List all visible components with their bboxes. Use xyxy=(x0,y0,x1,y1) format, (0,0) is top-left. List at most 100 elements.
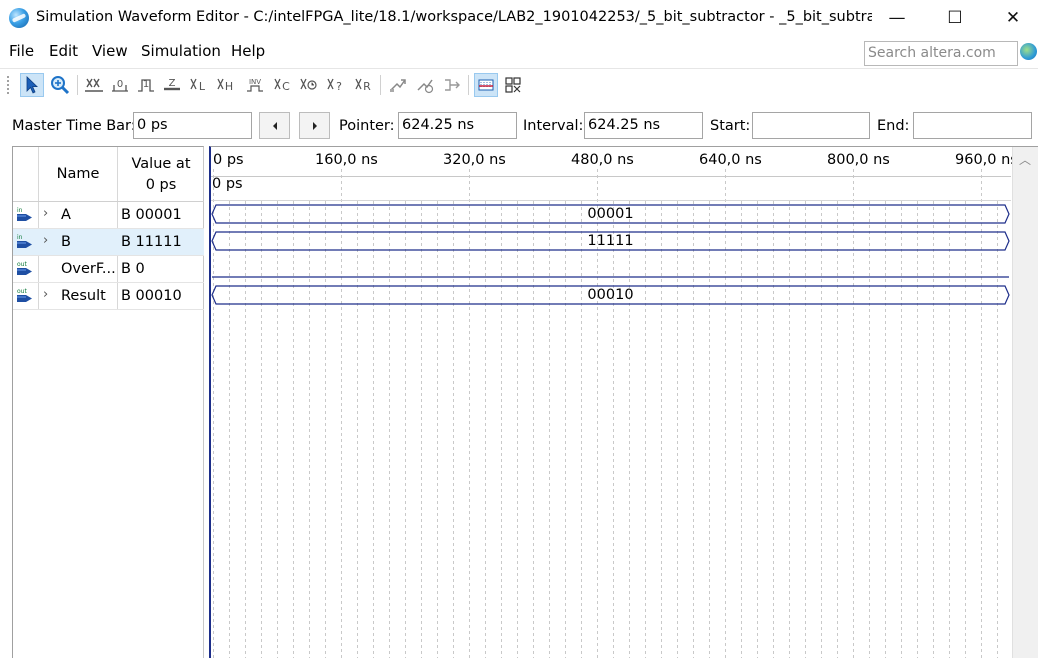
random-value-button[interactable]: R xyxy=(352,73,376,97)
start-label: Start: xyxy=(710,118,751,134)
menu-help[interactable]: Help xyxy=(231,42,265,60)
signal-value: B 00001 xyxy=(121,207,182,223)
grid-settings-button[interactable] xyxy=(501,73,525,97)
bus-value-label: 00010 xyxy=(587,287,634,303)
master-time-bar-label: Master Time Bar: xyxy=(12,118,136,134)
toolbar-separator xyxy=(77,75,78,95)
force-high-impedance-button[interactable]: Z xyxy=(160,73,184,97)
minimize-button[interactable]: — xyxy=(868,0,926,36)
menu-edit[interactable]: Edit xyxy=(49,42,78,60)
toolbar-separator xyxy=(380,75,381,95)
output-pin-icon: out xyxy=(17,261,32,275)
search-input[interactable]: Search altera.com xyxy=(864,41,1018,66)
bus-value-label: 00001 xyxy=(587,206,634,222)
svg-text:out: out xyxy=(17,261,27,268)
generate-netlist-icon xyxy=(445,79,460,91)
value-header-time: 0 ps xyxy=(145,177,177,193)
svg-text:R: R xyxy=(363,80,371,93)
caret-left-icon xyxy=(272,121,277,130)
next-transition-button[interactable] xyxy=(299,112,330,139)
time-bar-row: Master Time Bar: 0 ps Pointer: 624.25 ns… xyxy=(0,104,1038,146)
signal-name: Result xyxy=(61,288,106,304)
window-title: Simulation Waveform Editor - C:/intelFPG… xyxy=(36,9,872,25)
chevron-right-icon[interactable]: › xyxy=(43,233,48,248)
clock-value-icon xyxy=(300,78,317,90)
svg-text:in: in xyxy=(17,234,23,241)
selection-tool-button[interactable] xyxy=(20,73,44,97)
svg-text:in: in xyxy=(17,207,23,214)
force-low-button[interactable]: 0 xyxy=(108,73,132,97)
generate-netlist-button[interactable] xyxy=(440,73,464,97)
signal-name: OverF... xyxy=(61,261,116,277)
signal-row[interactable]: out › Result B 00010 xyxy=(13,283,204,310)
svg-text:H: H xyxy=(225,80,233,93)
signal-value: B 00010 xyxy=(121,288,182,304)
force-weak-low-button[interactable]: L xyxy=(187,73,211,97)
svg-text:1: 1 xyxy=(143,79,149,90)
menu-file[interactable]: File xyxy=(9,42,34,60)
previous-transition-button[interactable] xyxy=(259,112,290,139)
force-unknown-button[interactable] xyxy=(82,73,106,97)
signal-row[interactable]: out OverF... B 0 xyxy=(13,256,204,283)
close-icon: ✕ xyxy=(1005,8,1021,28)
zoom-tool-button[interactable] xyxy=(48,73,72,97)
svg-text:L: L xyxy=(199,80,206,93)
caret-right-icon xyxy=(312,121,317,130)
svg-text:?: ? xyxy=(336,80,342,93)
invert-icon: INV xyxy=(247,78,263,92)
toolbar-separator xyxy=(468,75,469,95)
zoom-icon xyxy=(51,76,70,95)
force-high-icon: 1 xyxy=(138,79,154,92)
svg-text:0: 0 xyxy=(117,79,123,90)
minimize-icon: — xyxy=(888,8,906,28)
clock-value-button[interactable] xyxy=(297,73,321,97)
grid-settings-icon xyxy=(505,77,521,93)
end-label: End: xyxy=(877,118,910,134)
force-high-impedance-icon: Z xyxy=(164,78,180,91)
snap-to-grid-icon xyxy=(478,79,494,91)
menu-simulation[interactable]: Simulation xyxy=(141,42,221,60)
signal-list-panel: Name Value at 0 ps in › A B 00001 in › B B 1111… xyxy=(12,146,204,658)
signal-value: B 0 xyxy=(121,261,145,277)
value-header-line: Value at xyxy=(131,156,191,172)
signal-row[interactable]: in › A B 00001 xyxy=(13,202,204,229)
bus-value-label: 11111 xyxy=(587,233,634,249)
svg-text:C: C xyxy=(282,80,290,93)
scroll-up-icon[interactable]: ︿ xyxy=(1019,151,1031,168)
svg-text:INV: INV xyxy=(249,78,261,86)
start-field[interactable] xyxy=(752,112,870,139)
arbitrary-value-button[interactable]: ? xyxy=(324,73,348,97)
force-high-button[interactable]: 1 xyxy=(134,73,158,97)
force-weak-low-icon: L xyxy=(190,78,206,93)
svg-text:out: out xyxy=(17,288,27,295)
interval-field[interactable]: 624.25 ns xyxy=(584,112,703,139)
waveform-panel[interactable]: 0 ps 160,0 ns 320,0 ns 480,0 ns 640,0 ns 800,… xyxy=(209,146,1038,658)
close-button[interactable]: ✕ xyxy=(984,0,1038,36)
globe-icon[interactable] xyxy=(1020,43,1037,60)
force-weak-high-button[interactable]: H xyxy=(214,73,238,97)
count-value-button[interactable]: C xyxy=(271,73,295,97)
snap-to-grid-button[interactable] xyxy=(474,73,498,97)
menu-view[interactable]: View xyxy=(92,42,128,60)
output-pin-icon: out xyxy=(17,288,32,302)
vertical-scrollbar[interactable]: ︿ xyxy=(1012,147,1038,658)
run-functional-simulation-button[interactable] xyxy=(386,73,410,97)
chevron-right-icon[interactable]: › xyxy=(43,206,48,221)
invert-button[interactable]: INV xyxy=(243,73,267,97)
pointer-field[interactable]: 624.25 ns xyxy=(398,112,517,139)
arbitrary-value-icon: ? xyxy=(327,78,342,93)
value-column-header[interactable]: Value at 0 ps xyxy=(118,147,204,201)
toolbar-grip-icon[interactable] xyxy=(6,75,10,95)
run-timing-simulation-button[interactable] xyxy=(413,73,437,97)
name-column-header[interactable]: Name xyxy=(39,147,117,201)
chevron-right-icon[interactable]: › xyxy=(43,287,48,302)
maximize-icon: ☐ xyxy=(947,8,963,28)
master-time-bar-field[interactable]: 0 ps xyxy=(133,112,252,139)
count-value-icon: C xyxy=(274,78,290,93)
signal-value: B 11111 xyxy=(121,234,182,250)
selection-pointer-icon xyxy=(26,76,38,94)
signal-row[interactable]: in › B B 11111 xyxy=(13,229,204,256)
force-weak-high-icon: H xyxy=(217,78,233,93)
end-field[interactable] xyxy=(913,112,1032,139)
maximize-button[interactable]: ☐ xyxy=(926,0,984,36)
